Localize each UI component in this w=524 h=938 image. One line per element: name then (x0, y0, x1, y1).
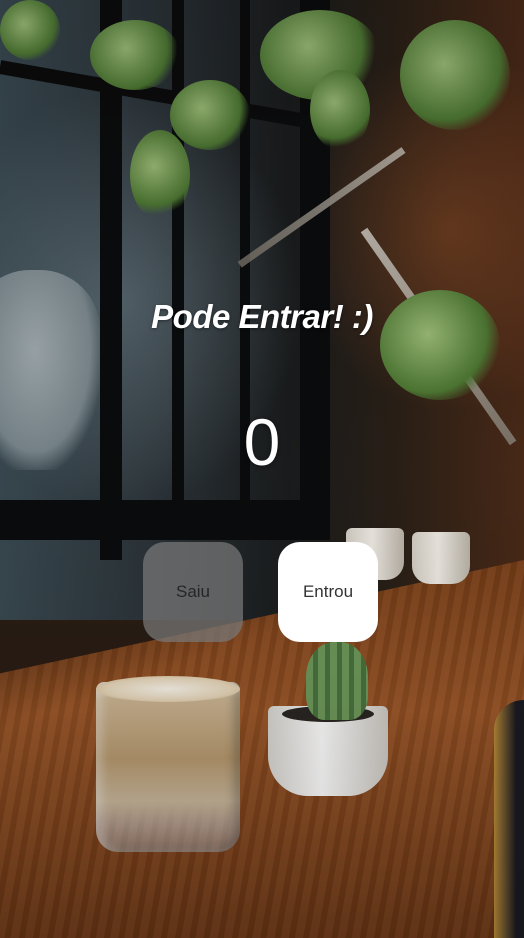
enter-button-label: Entrou (302, 582, 354, 601)
people-counter: 0 (243, 405, 281, 479)
enter-button[interactable]: Entrou (278, 542, 378, 642)
exit-button[interactable]: Saiu (143, 542, 243, 642)
welcome-title: Pode Entrar! :) (151, 298, 373, 335)
exit-button-label: Saiu (175, 582, 211, 601)
